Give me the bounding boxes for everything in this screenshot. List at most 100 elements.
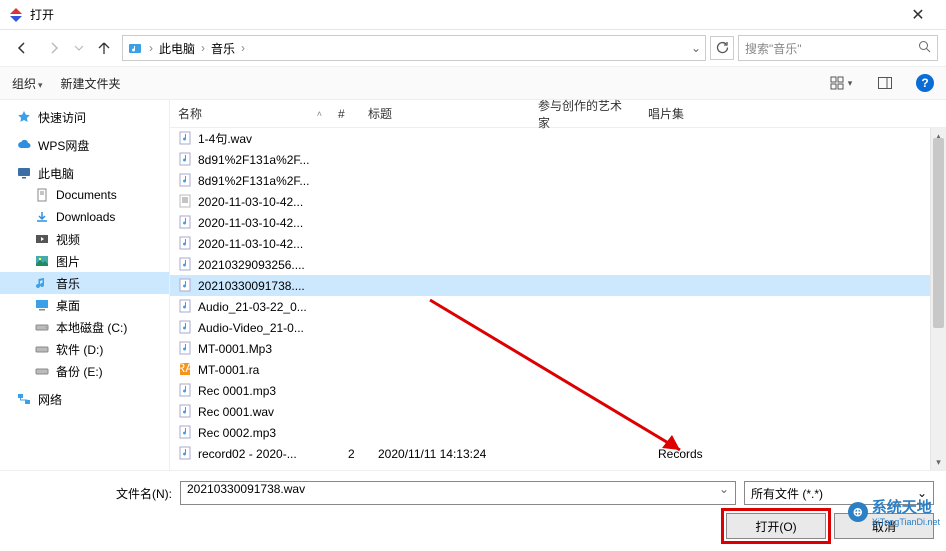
scrollbar-vertical[interactable]: ▴ ▾ [930,128,946,470]
sidebar: 快速访问 WPS网盘 此电脑 Documents Downloads 视频 图片… [0,100,170,470]
file-name: record02 - 2020-... [198,447,348,461]
file-icon [178,215,194,231]
sort-icon: ˄ [317,109,322,119]
picture-icon [34,253,50,269]
watermark: ⊕ 系统天地 XiTongTianDi.net [848,496,940,527]
sidebar-wps[interactable]: WPS网盘 [0,134,169,156]
file-row[interactable]: Rec 0001.wav [170,401,946,422]
scroll-thumb[interactable] [933,138,944,328]
file-icon [178,299,194,315]
file-row[interactable]: MT-0001.Mp3 [170,338,946,359]
file-row[interactable]: 8d91%2F131a%2F... [170,149,946,170]
file-icon [178,236,194,252]
filename-label: 文件名(N): [12,485,172,502]
svg-text:RA: RA [178,362,192,375]
sidebar-quick-access[interactable]: 快速访问 [0,106,169,128]
file-name: 8d91%2F131a%2F... [198,153,348,167]
file-icon [178,404,194,420]
refresh-button[interactable] [710,36,734,60]
preview-pane-button[interactable] [872,72,898,94]
file-row[interactable]: Rec 0001.mp3 [170,380,946,401]
file-row[interactable]: 2020-11-03-10-42... [170,233,946,254]
close-button[interactable]: ✕ [898,5,938,25]
sidebar-desktop[interactable]: 桌面 [0,294,169,316]
back-button[interactable] [8,36,36,60]
drive-icon [34,363,50,379]
file-row[interactable]: Rec 0002.mp3 [170,422,946,443]
open-button[interactable]: 打开(O) [726,513,826,539]
file-icon [178,173,194,189]
file-name: 20210330091738.... [198,279,348,293]
filename-input[interactable]: 20210330091738.wav ⌄ [180,481,736,505]
file-name: 2020-11-03-10-42... [198,237,348,251]
sidebar-documents[interactable]: Documents [0,184,169,206]
file-row[interactable]: Audio_21-03-22_0... [170,296,946,317]
column-name[interactable]: 名称˄ [170,105,330,122]
window-title: 打开 [30,6,898,23]
scroll-down-arrow[interactable]: ▾ [931,454,946,470]
star-icon [16,109,32,125]
download-icon [34,209,50,225]
file-name: Rec 0001.mp3 [198,384,348,398]
file-name: Audio-Video_21-0... [198,321,348,335]
column-artist[interactable]: 参与创作的艺术家 [530,97,640,131]
desktop-icon [34,297,50,313]
file-row[interactable]: 2020-11-03-10-42... [170,212,946,233]
file-icon [178,131,194,147]
drive-icon [34,319,50,335]
column-num[interactable]: # [330,107,360,121]
sidebar-music[interactable]: 音乐 [0,272,169,294]
sidebar-local-c[interactable]: 本地磁盘 (C:) [0,316,169,338]
file-row[interactable]: record02 - 2020-...22020/11/11 14:13:24R… [170,443,946,464]
file-name: 20210329093256.... [198,258,348,272]
music-icon [34,275,50,291]
file-row[interactable]: 20210329093256.... [170,254,946,275]
file-icon [178,341,194,357]
file-icon: RA [178,362,194,378]
chevron-right-icon: › [199,41,207,55]
search-icon [918,40,931,56]
breadcrumb-this-pc[interactable]: 此电脑 [155,40,199,57]
breadcrumb-music[interactable]: 音乐 [207,40,239,57]
file-row[interactable]: 2020-11-03-10-42... [170,191,946,212]
file-row[interactable]: 1-4句.wav [170,128,946,149]
column-album[interactable]: 唱片集 [640,105,946,122]
search-input[interactable]: 搜索"音乐" [738,35,938,61]
file-row[interactable]: 20210330091738.... [170,275,946,296]
up-button[interactable] [90,36,118,60]
filename-dropdown-icon[interactable]: ⌄ [719,482,729,496]
file-name: 2020-11-03-10-42... [198,216,348,230]
file-name: MT-0001.ra [198,363,348,377]
search-placeholder: 搜索"音乐" [745,40,918,57]
watermark-icon: ⊕ [848,502,868,522]
sidebar-network[interactable]: 网络 [0,388,169,410]
file-icon [178,425,194,441]
sidebar-this-pc[interactable]: 此电脑 [0,162,169,184]
file-name: Rec 0002.mp3 [198,426,348,440]
file-icon [178,446,194,462]
file-icon [178,152,194,168]
sidebar-soft-d[interactable]: 软件 (D:) [0,338,169,360]
view-mode-button[interactable]: ▾ [828,72,854,94]
help-button[interactable]: ? [916,74,934,92]
sidebar-backup-e[interactable]: 备份 (E:) [0,360,169,382]
cloud-icon [16,137,32,153]
address-dropdown[interactable]: ⌄ [691,41,701,55]
file-row[interactable]: Audio-Video_21-0... [170,317,946,338]
drive-icon [34,341,50,357]
file-name: 8d91%2F131a%2F... [198,174,348,188]
sidebar-pictures[interactable]: 图片 [0,250,169,272]
file-icon [178,278,194,294]
recent-dropdown[interactable] [72,36,86,60]
organize-button[interactable]: 组织▾ [12,75,43,92]
app-icon [8,7,24,23]
sidebar-downloads[interactable]: Downloads [0,206,169,228]
file-row[interactable]: RA MT-0001.ra [170,359,946,380]
address-bar[interactable]: › 此电脑 › 音乐 › ⌄ [122,35,706,61]
forward-button[interactable] [40,36,68,60]
new-folder-button[interactable]: 新建文件夹 [61,75,121,92]
column-header-row: 名称˄ # 标题 参与创作的艺术家 唱片集 [170,100,946,128]
sidebar-videos[interactable]: 视频 [0,228,169,250]
file-row[interactable]: 8d91%2F131a%2F... [170,170,946,191]
column-title[interactable]: 标题 [360,105,530,122]
